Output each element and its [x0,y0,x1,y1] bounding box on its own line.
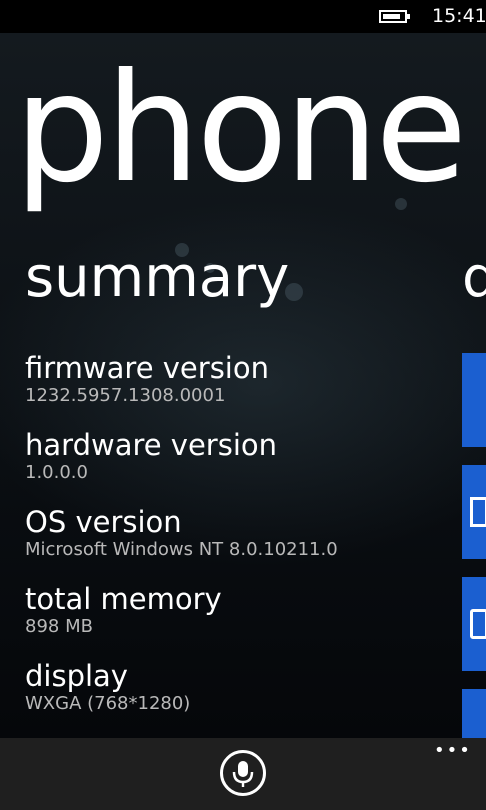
info-label: hardware version [25,428,278,462]
info-item-os: OS version Microsoft Windows NT 8.0.1021… [25,505,338,561]
info-value: Microsoft Windows NT 8.0.10211.0 [25,539,338,560]
info-label: display [25,659,128,693]
tile-3[interactable] [462,577,486,671]
info-value: 898 MB [25,616,93,637]
info-item-memory: total memory 898 MB [25,582,222,638]
tile-2[interactable] [462,465,486,559]
clock: 15:41 [432,5,486,27]
status-bar: 15:41 [0,0,486,33]
next-section-peek[interactable]: d [462,243,486,313]
info-label: OS version [25,505,182,539]
info-item-hardware: hardware version 1.0.0.0 [25,428,277,484]
info-item-firmware: firmware version 1232.5957.1308.0001 [25,351,269,407]
panorama-view[interactable]: phone summary d firmware version 1232.59… [0,33,486,738]
info-label: firmware version [25,351,269,385]
page-title: phone [14,42,467,216]
document-icon [470,497,486,527]
more-options-button[interactable]: ••• [434,740,472,761]
folder-icon [470,609,486,639]
info-label: total memory [25,582,222,616]
info-value: 1232.5957.1308.0001 [25,385,226,406]
section-title: summary [25,245,290,310]
battery-icon [379,10,410,23]
tile-4[interactable] [462,689,486,738]
tile-1[interactable] [462,353,486,447]
app-bar: ••• [0,738,486,810]
info-value: 1.0.0.0 [25,462,88,483]
microphone-icon [232,761,254,787]
info-value: WXGA (768*1280) [25,693,191,714]
info-item-display: display WXGA (768*1280) [25,659,190,715]
microphone-button[interactable] [220,750,266,796]
